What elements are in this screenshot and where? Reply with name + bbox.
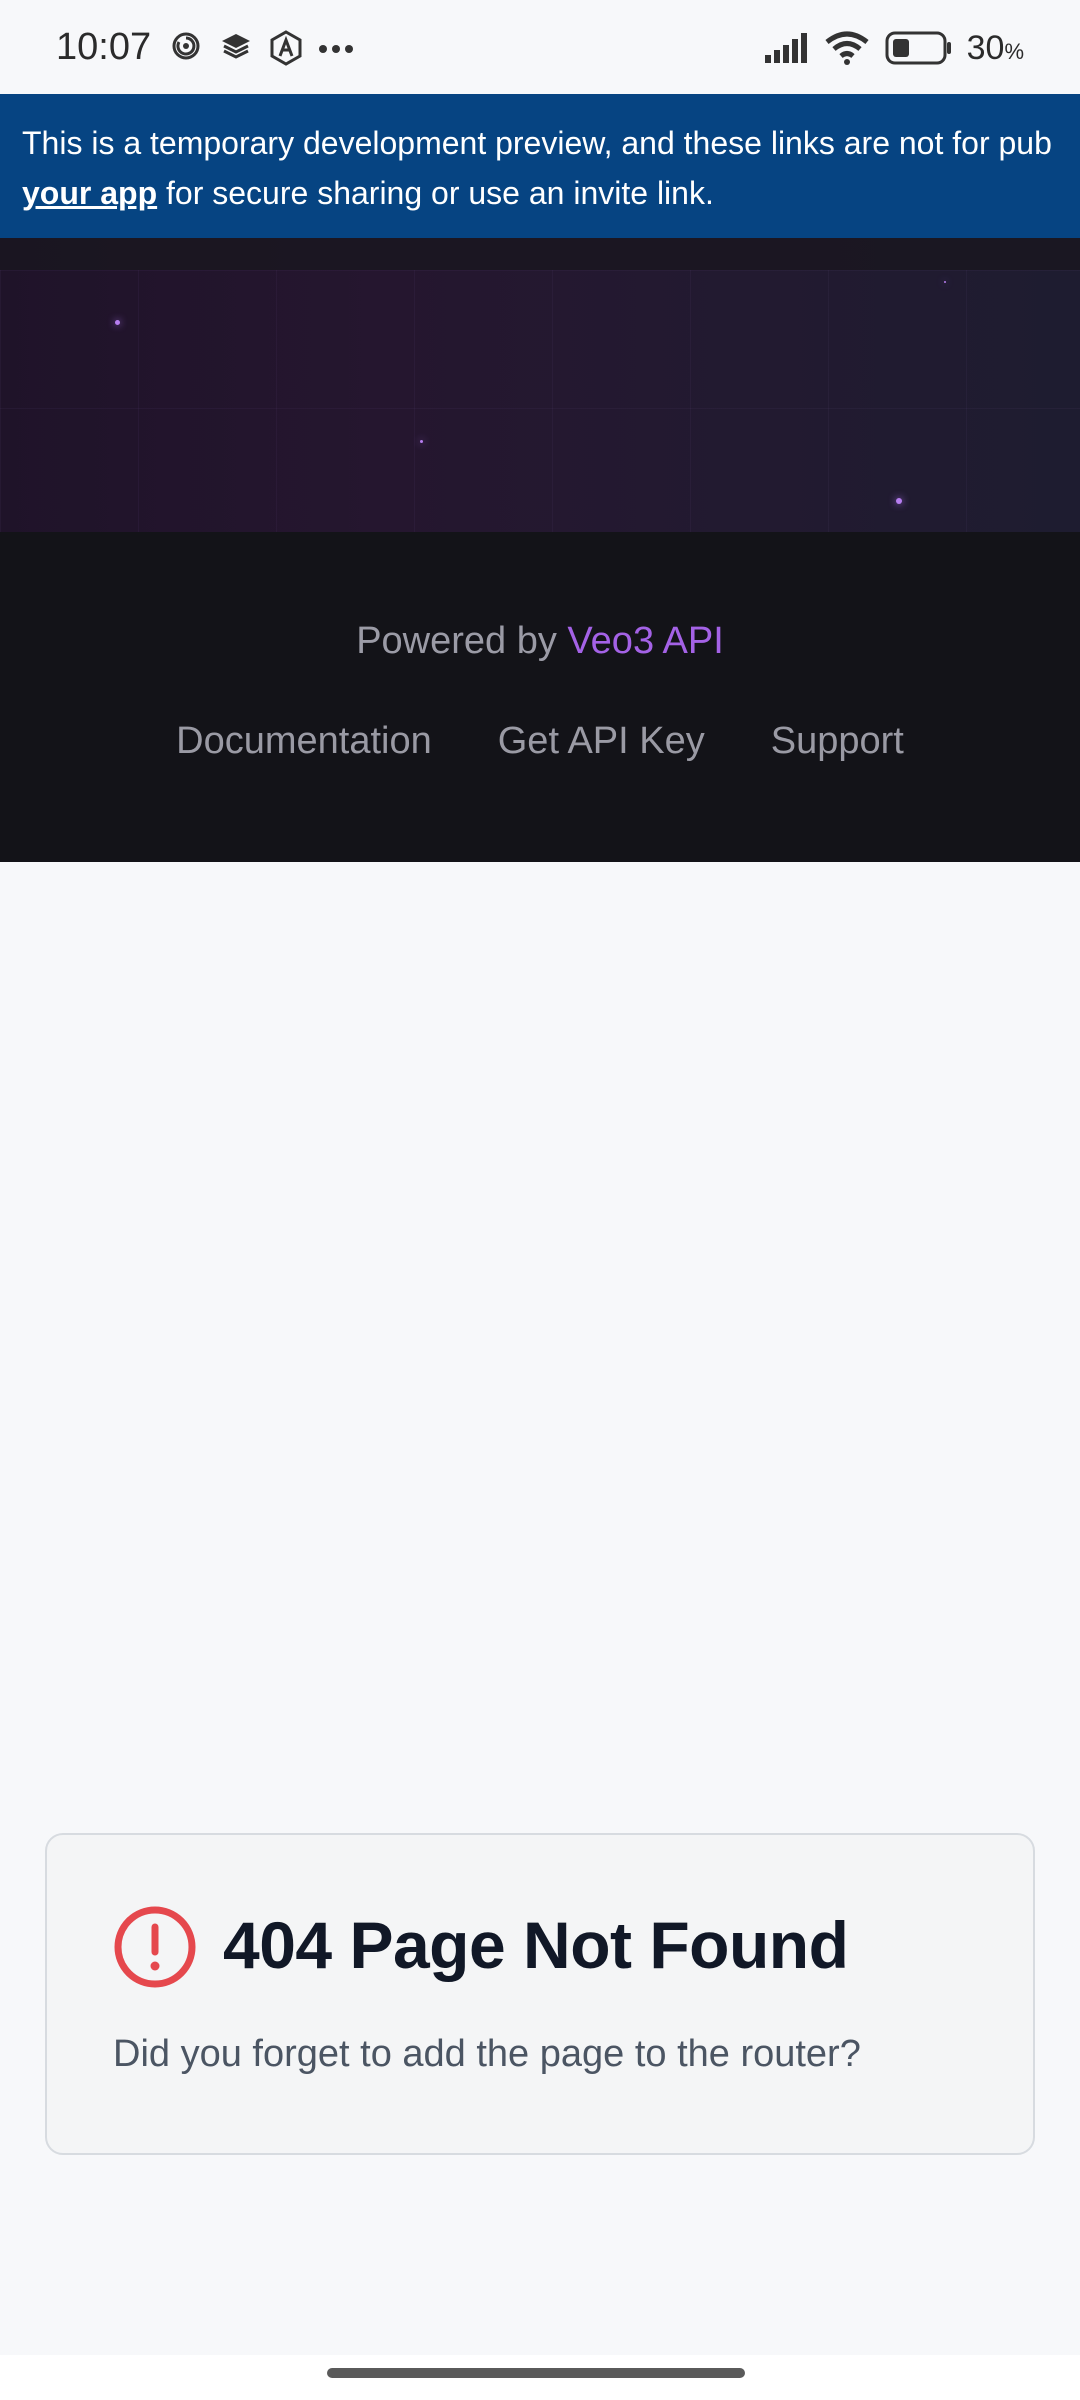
banner-line2-text: for secure sharing or use an invite link… (157, 175, 714, 211)
swirl-icon (172, 32, 200, 60)
translate-icon (270, 30, 302, 66)
sparkle-dot (944, 281, 946, 283)
banner-line2: your app for secure sharing or use an in… (22, 168, 1080, 218)
app-screen: 10:07 30% This is a temporary developmen… (0, 0, 1080, 2400)
sparkle-dot (115, 320, 120, 325)
home-indicator[interactable] (327, 2368, 745, 2378)
battery-icon (885, 31, 951, 65)
powered-brand-link[interactable]: Veo3 API (567, 620, 723, 662)
banner-line1: This is a temporary development preview,… (22, 125, 1052, 161)
status-time: 10:07 (56, 26, 152, 68)
alert-circle-icon (114, 1906, 196, 1988)
more-icon (319, 45, 353, 53)
dev-preview-banner: This is a temporary development preview,… (0, 94, 1080, 238)
footer-links: Documentation Get API Key Support (0, 720, 1080, 763)
error-title: 404 Page Not Found (223, 1908, 849, 1982)
hero-background (0, 238, 1080, 532)
sparkle-dot (420, 440, 423, 443)
powered-by-text: Powered by Veo3 API (356, 620, 724, 662)
status-bar: 10:07 30% (0, 0, 1080, 94)
error-message: Did you forget to add the page to the ro… (113, 2033, 861, 2075)
signal-icon (764, 33, 807, 63)
battery-percent: 30% (966, 28, 1024, 67)
layers-icon (222, 34, 250, 59)
site-footer: Powered by Veo3 API Documentation Get AP… (0, 532, 1080, 862)
hero-grid (0, 270, 1080, 532)
footer-link-support[interactable]: Support (771, 720, 904, 763)
status-right-group: 30% (764, 28, 1024, 68)
not-found-card: 404 Page Not Found Did you forget to add… (45, 1833, 1035, 2155)
footer-link-documentation[interactable]: Documentation (176, 720, 432, 763)
your-app-link[interactable]: your app (22, 175, 157, 211)
wifi-icon (825, 31, 869, 65)
sparkle-dot (896, 498, 902, 504)
footer-link-get-api-key[interactable]: Get API Key (498, 720, 705, 763)
hero-top-strip (0, 238, 1080, 270)
